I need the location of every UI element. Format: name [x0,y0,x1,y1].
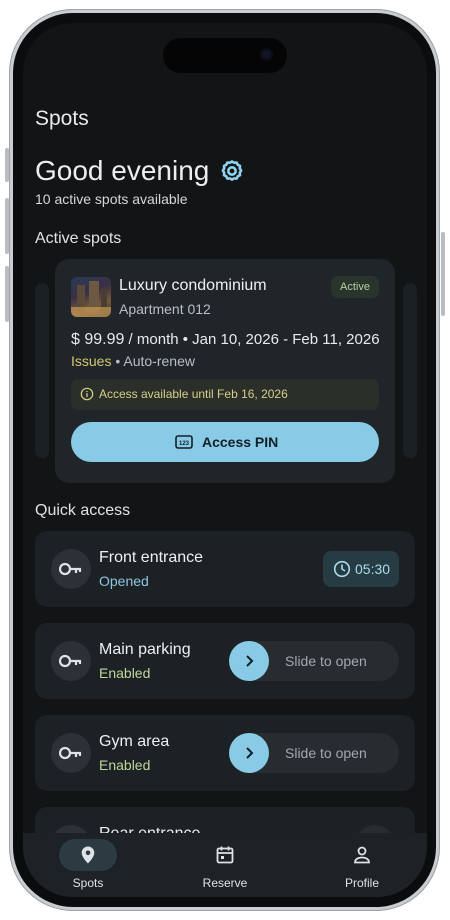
issues-line: Issues • Auto-renew [71,353,195,369]
slider-label: Slide to open [285,653,367,669]
quick-access-item[interactable]: Front entrance Opened 05:30 [35,531,415,607]
quick-access-state: Enabled [99,665,151,681]
action-button [5,148,9,182]
previous-card-peek[interactable] [35,283,49,458]
access-pin-label: Access PIN [202,434,279,450]
price-amount: $ 99.99 [71,331,125,348]
auto-renew-label: • Auto-renew [111,353,195,369]
quick-access-state: Opened [99,573,149,589]
dynamic-island [163,38,287,73]
slide-to-open-slider[interactable]: Slide to open [229,641,399,681]
issues-link[interactable]: Issues [71,353,111,369]
nav-label: Reserve [202,876,248,890]
nav-item-reserve[interactable]: Reserve [175,833,275,897]
quick-access-name: Front entrance [99,549,204,566]
key-icon [51,641,91,681]
pin-keypad-icon: 123 [175,435,193,449]
spots-count: 10 active spots available [35,191,188,207]
quick-access-state: Enabled [99,757,151,773]
bottom-navigation: Spots Reserve Profile [23,833,427,897]
timer-badge: 05:30 [323,551,399,587]
person-icon [354,846,370,864]
app-screen: Spots Good evening 10 active spots avail… [23,23,427,897]
nav-label: Profile [344,876,379,890]
nav-item-profile[interactable]: Profile [312,833,412,897]
slider-handle[interactable] [229,733,269,773]
key-icon [51,549,91,589]
svg-text:123: 123 [179,441,190,447]
info-icon [80,387,94,401]
page-title: Spots [35,107,89,130]
nav-label: Spots [72,876,104,890]
greeting-text: Good evening [35,155,210,186]
quick-access-item[interactable]: Gym area Enabled Slide to open [35,715,415,791]
slider-handle[interactable] [229,641,269,681]
camera-icon [260,48,273,61]
price-line: $ 99.99 / month • Jan 10, 2026 - Feb 11,… [71,331,380,349]
clock-icon [333,560,351,578]
location-pin-icon [81,846,95,864]
slide-to-open-slider[interactable]: Slide to open [229,733,399,773]
next-card-peek[interactable] [403,283,417,458]
volume-up-button [5,198,9,254]
calendar-icon [216,846,234,864]
chevron-right-icon [246,747,254,759]
status-badge: Active [331,276,379,298]
property-thumbnail [71,277,111,317]
access-pin-button[interactable]: 123 Access PIN [71,422,379,462]
quick-access-name: Main parking [99,641,191,658]
nav-item-spots[interactable]: Spots [38,833,138,897]
gear-icon[interactable] [219,158,245,184]
access-note: Access available until Feb 16, 2026 [71,379,379,410]
spot-title: Luxury condominium [119,277,267,294]
active-spot-card[interactable]: Luxury condominium Apartment 012 Active … [55,259,395,483]
slider-label: Slide to open [285,745,367,761]
chevron-right-icon [246,655,254,667]
key-icon [51,733,91,773]
access-note-text: Access available until Feb 16, 2026 [99,387,288,401]
price-details: / month • Jan 10, 2026 - Feb 11, 2026 [124,331,380,348]
section-quick-access: Quick access [35,502,131,519]
spot-subtitle: Apartment 012 [119,301,211,317]
section-active-spots: Active spots [35,230,122,247]
power-button [441,232,445,316]
quick-access-name: Gym area [99,733,170,750]
quick-access-item[interactable]: Main parking Enabled Slide to open [35,623,415,699]
volume-down-button [5,266,9,322]
timer-value: 05:30 [355,561,391,577]
